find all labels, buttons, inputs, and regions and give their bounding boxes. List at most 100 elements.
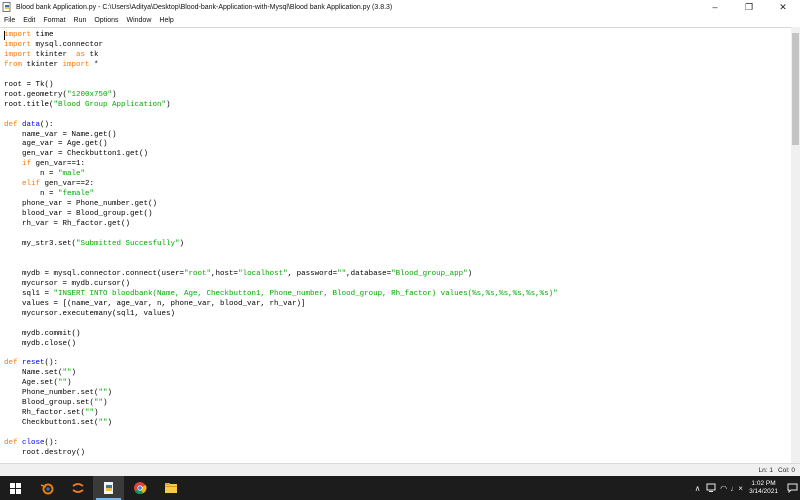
menu-run[interactable]: Run bbox=[70, 14, 91, 27]
keyword-token: if bbox=[22, 160, 32, 169]
code-token: tk bbox=[85, 50, 99, 59]
code-line[interactable]: rh_var = Rh_factor.get() bbox=[4, 220, 130, 228]
code-token: rh_var = Rh_factor.get() bbox=[4, 220, 131, 229]
code-token: time bbox=[31, 31, 54, 39]
string-token: "" bbox=[98, 389, 108, 398]
code-line[interactable]: mydb = mysql.connector.connect(user="roo… bbox=[4, 270, 472, 278]
code-token: ) bbox=[112, 90, 117, 99]
code-line[interactable]: mydb.commit() bbox=[4, 330, 81, 338]
clock[interactable]: 1:02 PM 3/14/2021 bbox=[749, 480, 778, 496]
code-line[interactable]: root.geometry("1200x750") bbox=[4, 91, 117, 99]
window-title: Blood bank Application.py - C:\Users\Adi… bbox=[16, 3, 393, 11]
volume-muted-icon[interactable]: ♩× bbox=[730, 476, 743, 500]
code-token: phone_var = Phone_number.get() bbox=[4, 200, 158, 209]
menu-options[interactable]: Options bbox=[90, 14, 122, 27]
code-line[interactable]: values = [(name_var, age_var, n, phone_v… bbox=[4, 300, 306, 308]
code-token: ,host= bbox=[211, 269, 239, 278]
close-button[interactable]: ✕ bbox=[766, 0, 800, 14]
string-token: "Submitted Succesfully" bbox=[76, 240, 180, 249]
taskbar-app-2[interactable] bbox=[62, 476, 93, 500]
code-line[interactable]: my_str3.set("Submitted Succesfully") bbox=[4, 240, 184, 248]
code-line[interactable]: age_var = Age.get() bbox=[4, 140, 108, 148]
code-line[interactable]: def data(): bbox=[4, 121, 54, 129]
code-editor[interactable]: import time import mysql.connector impor… bbox=[0, 27, 791, 464]
keyword-token: as bbox=[76, 50, 86, 59]
code-token: Age.set( bbox=[4, 379, 59, 388]
code-line[interactable]: root.destroy() bbox=[4, 449, 85, 457]
menu-format[interactable]: Format bbox=[39, 14, 69, 27]
notification-icon[interactable] bbox=[784, 476, 800, 500]
code-line[interactable]: import mysql.connector bbox=[4, 41, 103, 49]
menu-help[interactable]: Help bbox=[155, 14, 177, 27]
code-line[interactable]: n = "male" bbox=[4, 170, 85, 178]
code-line[interactable]: root.title("Blood Group Application") bbox=[4, 101, 171, 109]
code-token: (): bbox=[44, 359, 59, 368]
code-token: mycursor.executemany(sql1, values) bbox=[4, 309, 176, 318]
code-line[interactable]: Phone_number.set("") bbox=[4, 389, 112, 397]
code-token: ) bbox=[166, 100, 171, 109]
code-token: gen_var==1: bbox=[31, 160, 86, 169]
code-line[interactable]: Name.set("") bbox=[4, 369, 76, 377]
code-line[interactable]: Blood_group.set("") bbox=[4, 399, 108, 407]
code-token: tkinter bbox=[31, 50, 77, 59]
code-line[interactable]: name_var = Name.get() bbox=[4, 131, 117, 139]
start-button[interactable] bbox=[0, 476, 31, 500]
code-line[interactable]: Age.set("") bbox=[4, 379, 72, 387]
chevron-up-icon[interactable]: ∧ bbox=[691, 476, 704, 500]
string-token: "female" bbox=[58, 190, 95, 199]
code-line[interactable]: Checkbutton1.set("") bbox=[4, 419, 112, 427]
code-line[interactable]: if gen_var==1: bbox=[4, 160, 85, 168]
code-token: ) bbox=[107, 419, 113, 428]
scrollbar-thumb[interactable] bbox=[792, 33, 799, 145]
taskbar-app-idle[interactable] bbox=[93, 476, 124, 500]
taskbar-app-1[interactable] bbox=[31, 476, 62, 500]
string-token: "Blood_group_app" bbox=[391, 269, 468, 278]
code-token: root.destroy() bbox=[4, 449, 86, 458]
code-line[interactable]: blood_var = Blood_group.get() bbox=[4, 210, 153, 218]
menu-edit[interactable]: Edit bbox=[19, 14, 39, 27]
code-line[interactable]: n = "female" bbox=[4, 190, 94, 198]
code-token: root.title( bbox=[4, 100, 54, 109]
taskbar-app-chrome[interactable] bbox=[124, 476, 155, 500]
code-token: sql1 = bbox=[4, 289, 54, 298]
code-token: ) bbox=[71, 369, 77, 378]
menu-file[interactable]: File bbox=[0, 14, 19, 27]
code-token: ) bbox=[107, 389, 113, 398]
code-token: (): bbox=[44, 439, 59, 448]
vertical-scrollbar[interactable] bbox=[791, 27, 800, 463]
string-token: "" bbox=[337, 269, 347, 278]
code-line[interactable]: def close(): bbox=[4, 439, 58, 447]
code-line[interactable]: sql1 = "INSERT INTO bloodbank(Name, Age,… bbox=[4, 290, 558, 298]
jupyter-icon bbox=[71, 483, 84, 493]
string-token: "" bbox=[62, 369, 72, 378]
string-token: "localhost" bbox=[238, 269, 288, 278]
code-token: Name.set( bbox=[4, 369, 63, 378]
code-token: ) bbox=[67, 379, 72, 388]
code-line[interactable]: mycursor = mydb.cursor() bbox=[4, 280, 130, 288]
wifi-icon[interactable]: ◠ bbox=[717, 476, 730, 500]
code-token: tkinter bbox=[22, 60, 63, 69]
code-line[interactable]: import tkinter as tk bbox=[4, 51, 99, 59]
minimize-button[interactable]: – bbox=[698, 0, 732, 14]
code-token: root.geometry( bbox=[4, 90, 68, 99]
code-line[interactable]: Rh_factor.set("") bbox=[4, 409, 99, 417]
code-token: ) bbox=[467, 269, 473, 278]
code-line[interactable]: elif gen_var==2: bbox=[4, 180, 94, 188]
menu-window[interactable]: Window bbox=[122, 14, 155, 27]
code-line[interactable]: from tkinter import * bbox=[4, 61, 99, 69]
code-line[interactable]: mycursor.executemany(sql1, values) bbox=[4, 310, 175, 318]
code-line[interactable]: gen_var = Checkbutton1.get() bbox=[4, 150, 148, 158]
code-line[interactable]: def reset(): bbox=[4, 359, 58, 367]
code-line[interactable]: root = Tk() bbox=[4, 81, 54, 89]
code-line[interactable]: mydb.close() bbox=[4, 340, 76, 348]
network-icon[interactable] bbox=[704, 476, 717, 500]
maximize-button[interactable]: ❐ bbox=[732, 0, 766, 14]
code-line[interactable]: phone_var = Phone_number.get() bbox=[4, 200, 157, 208]
string-token: "root" bbox=[184, 269, 212, 278]
taskbar-app-explorer[interactable] bbox=[155, 476, 186, 500]
keyword-token: def bbox=[4, 120, 18, 129]
code-line[interactable]: import time bbox=[4, 31, 54, 40]
code-token: Rh_factor.set( bbox=[4, 409, 86, 418]
keyword-token: import bbox=[4, 40, 32, 49]
code-text[interactable]: import time import mysql.connector impor… bbox=[4, 31, 558, 459]
